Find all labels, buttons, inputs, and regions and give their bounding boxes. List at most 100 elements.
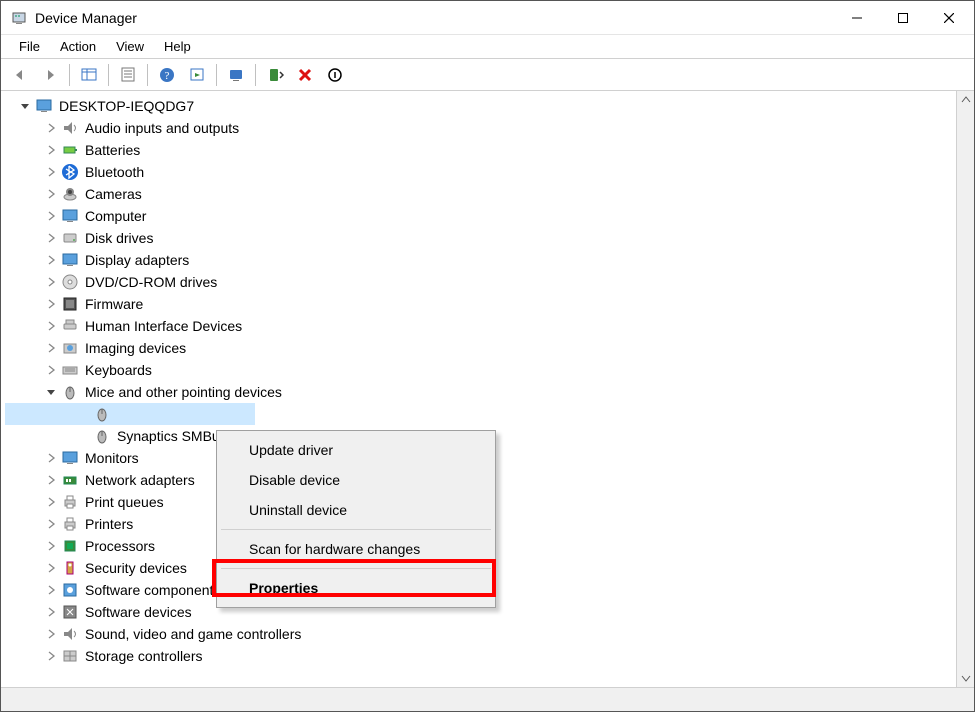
ctx-uninstall-device[interactable]: Uninstall device — [219, 495, 493, 525]
sound-icon — [61, 625, 79, 643]
tree-root-label: DESKTOP-IEQQDG7 — [55, 97, 198, 115]
tree-category[interactable]: DVD/CD-ROM drives — [5, 271, 956, 293]
tree-category[interactable]: Audio inputs and outputs — [5, 117, 956, 139]
vertical-scrollbar[interactable] — [956, 91, 974, 687]
tree-category-label: DVD/CD-ROM drives — [81, 273, 221, 291]
tree-category[interactable]: Sound, video and game controllers — [5, 623, 956, 645]
ctx-disable-device[interactable]: Disable device — [219, 465, 493, 495]
tree-category-label: Cameras — [81, 185, 146, 203]
audio-icon — [61, 119, 79, 137]
chevron-right-icon[interactable] — [43, 252, 59, 268]
tree-category[interactable]: Batteries — [5, 139, 956, 161]
chevron-right-icon[interactable] — [43, 208, 59, 224]
tree-category[interactable]: Disk drives — [5, 227, 956, 249]
tree-device[interactable] — [5, 403, 255, 425]
ctx-scan-hardware[interactable]: Scan for hardware changes — [219, 534, 493, 564]
chevron-right-icon[interactable] — [43, 648, 59, 664]
tree-category[interactable]: Imaging devices — [5, 337, 956, 359]
firmware-icon — [61, 295, 79, 313]
menu-action[interactable]: Action — [50, 36, 106, 57]
tree-category-label: Bluetooth — [81, 163, 148, 181]
computer-icon — [35, 97, 53, 115]
tree-category-label: Firmware — [81, 295, 147, 313]
bluetooth-icon — [61, 163, 79, 181]
tree-root[interactable]: DESKTOP-IEQQDG7 — [5, 95, 956, 117]
chevron-right-icon[interactable] — [43, 318, 59, 334]
scroll-up-button[interactable] — [957, 91, 974, 109]
hid-icon — [61, 317, 79, 335]
action-toolbar-button[interactable] — [183, 61, 211, 89]
minimize-button[interactable] — [834, 3, 880, 33]
ctx-properties[interactable]: Properties — [219, 573, 493, 603]
chevron-down-icon[interactable] — [17, 98, 33, 114]
tree-category-label: Batteries — [81, 141, 144, 159]
tree-category[interactable]: Computer — [5, 205, 956, 227]
chevron-right-icon[interactable] — [43, 560, 59, 576]
monitor-icon — [61, 449, 79, 467]
chevron-right-icon[interactable] — [43, 340, 59, 356]
cpu-icon — [61, 537, 79, 555]
tree-category[interactable]: Human Interface Devices — [5, 315, 956, 337]
printer-icon — [61, 493, 79, 511]
tree-spacer — [75, 428, 91, 444]
printer-icon — [61, 515, 79, 533]
chevron-right-icon[interactable] — [43, 274, 59, 290]
chevron-right-icon[interactable] — [43, 626, 59, 642]
chevron-right-icon[interactable] — [43, 604, 59, 620]
scroll-down-button[interactable] — [957, 669, 974, 687]
imaging-icon — [61, 339, 79, 357]
chevron-right-icon[interactable] — [43, 494, 59, 510]
disable-toolbar-button[interactable] — [321, 61, 349, 89]
titlebar: Device Manager — [1, 1, 974, 35]
svg-text:?: ? — [165, 70, 170, 82]
statusbar — [1, 687, 974, 711]
back-button[interactable] — [6, 61, 34, 89]
chevron-down-icon[interactable] — [43, 384, 59, 400]
chevron-right-icon[interactable] — [43, 164, 59, 180]
tree-category[interactable]: Cameras — [5, 183, 956, 205]
properties-toolbar-button[interactable] — [114, 61, 142, 89]
tree-category-label: Human Interface Devices — [81, 317, 246, 335]
tree-category-label: Print queues — [81, 493, 168, 511]
display-icon — [61, 251, 79, 269]
tree-category-label: Printers — [81, 515, 137, 533]
tree-category[interactable]: Mice and other pointing devices — [5, 381, 956, 403]
menubar: File Action View Help — [1, 35, 974, 59]
menu-view[interactable]: View — [106, 36, 154, 57]
tree-category[interactable]: Storage controllers — [5, 645, 956, 667]
chevron-right-icon[interactable] — [43, 516, 59, 532]
chevron-right-icon[interactable] — [43, 472, 59, 488]
chevron-right-icon[interactable] — [43, 142, 59, 158]
uninstall-toolbar-button[interactable] — [291, 61, 319, 89]
tree-category[interactable]: Firmware — [5, 293, 956, 315]
menu-help[interactable]: Help — [154, 36, 201, 57]
chevron-right-icon[interactable] — [43, 296, 59, 312]
chevron-right-icon[interactable] — [43, 362, 59, 378]
context-menu-separator — [221, 529, 491, 530]
chevron-right-icon[interactable] — [43, 186, 59, 202]
tree-category[interactable]: Keyboards — [5, 359, 956, 381]
close-button[interactable] — [926, 3, 972, 33]
update-driver-toolbar-button[interactable] — [261, 61, 289, 89]
chevron-right-icon[interactable] — [43, 538, 59, 554]
show-hide-tree-button[interactable] — [75, 61, 103, 89]
toolbar: ? — [1, 59, 974, 91]
ctx-update-driver[interactable]: Update driver — [219, 435, 493, 465]
tree-category[interactable]: Display adapters — [5, 249, 956, 271]
tree-category-label: Processors — [81, 537, 159, 555]
network-icon — [61, 471, 79, 489]
tree-category-label: Keyboards — [81, 361, 156, 379]
scan-hardware-button[interactable] — [222, 61, 250, 89]
chevron-right-icon[interactable] — [43, 120, 59, 136]
chevron-right-icon[interactable] — [43, 230, 59, 246]
chevron-right-icon[interactable] — [43, 582, 59, 598]
menu-file[interactable]: File — [9, 36, 50, 57]
tree-category[interactable]: Bluetooth — [5, 161, 956, 183]
mouse-icon — [93, 427, 111, 445]
maximize-button[interactable] — [880, 3, 926, 33]
chevron-right-icon[interactable] — [43, 450, 59, 466]
forward-button[interactable] — [36, 61, 64, 89]
help-toolbar-button[interactable]: ? — [153, 61, 181, 89]
tree-category-label: Imaging devices — [81, 339, 190, 357]
toolbar-separator — [255, 64, 256, 86]
